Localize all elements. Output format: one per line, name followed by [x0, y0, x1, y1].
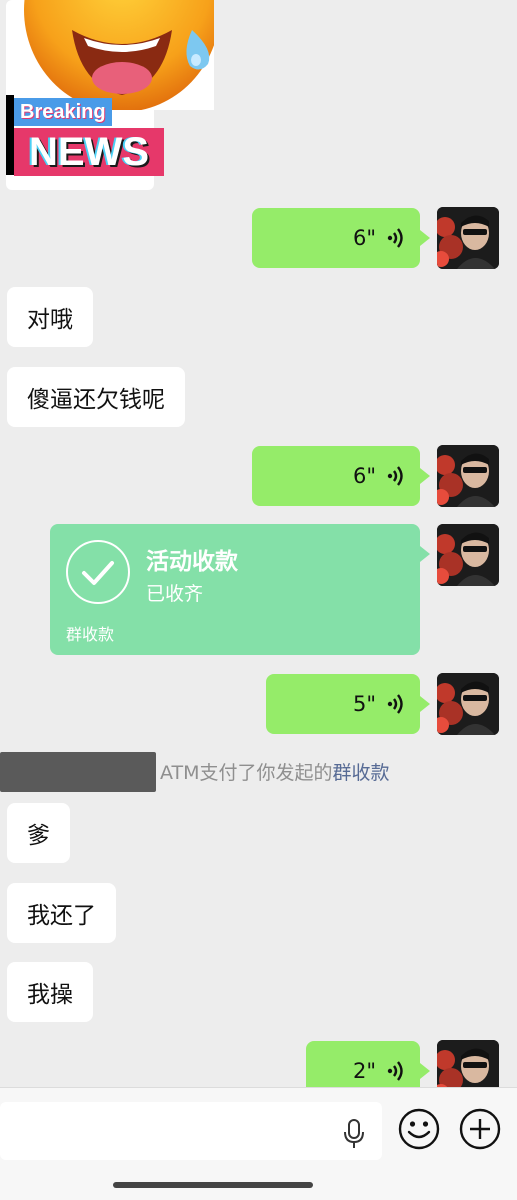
sticker-breaking-text: Breaking: [14, 98, 112, 126]
text-message-bubble[interactable]: 对哦: [7, 287, 93, 347]
text-message-bubble[interactable]: 傻逼还欠钱呢: [7, 367, 185, 427]
message-text: 爹: [27, 823, 50, 849]
message-text: 我还了: [27, 903, 96, 929]
voice-duration: 2": [352, 1059, 376, 1083]
voice-wave-icon: [387, 466, 403, 486]
voice-wave-icon: [387, 1061, 403, 1081]
laughing-face-emoji-image: [14, 0, 214, 110]
avatar-self[interactable]: [437, 524, 499, 586]
system-notice-text: ATM支付了你发起的: [160, 762, 333, 784]
payment-status: 已收齐: [146, 583, 204, 605]
bubble-tail: [420, 696, 430, 712]
message-input[interactable]: [0, 1102, 382, 1160]
message-text: 对哦: [27, 307, 73, 333]
avatar-self[interactable]: [437, 207, 499, 269]
payment-footer: 群收款: [66, 625, 115, 644]
sticker-message[interactable]: Breaking NEWS: [6, 0, 214, 190]
emoji-icon[interactable]: [398, 1108, 440, 1150]
voice-wave-icon: [387, 228, 403, 248]
avatar-self[interactable]: [437, 445, 499, 507]
text-message-bubble[interactable]: 爹: [7, 803, 70, 863]
sticker-news-text: NEWS: [14, 128, 164, 176]
voice-message-bubble[interactable]: 6": [252, 446, 420, 506]
bubble-tail: [420, 546, 430, 562]
payment-title: 活动收款: [146, 549, 238, 575]
group-payment-link[interactable]: 群收款: [333, 762, 390, 784]
plus-circle-icon[interactable]: [459, 1108, 501, 1150]
redacted-name: [0, 752, 156, 792]
sticker-edge-bar: [6, 95, 14, 175]
bubble-tail: [420, 230, 430, 246]
chat-input-bar: [0, 1087, 517, 1200]
bubble-tail: [420, 468, 430, 484]
voice-duration: 6": [352, 226, 376, 250]
check-circle-icon: [66, 540, 130, 604]
voice-message-bubble[interactable]: 5": [266, 674, 420, 734]
text-message-bubble[interactable]: 我还了: [7, 883, 116, 943]
microphone-icon[interactable]: [342, 1118, 366, 1150]
voice-duration: 6": [352, 464, 376, 488]
avatar-self[interactable]: [437, 673, 499, 735]
system-notice: ATM支付了你发起的群收款: [160, 758, 390, 785]
voice-wave-icon: [387, 694, 403, 714]
text-message-bubble[interactable]: 我操: [7, 962, 93, 1022]
message-text: 我操: [27, 982, 73, 1008]
home-indicator: [113, 1182, 313, 1188]
bubble-tail: [420, 1063, 430, 1079]
voice-message-bubble[interactable]: 6": [252, 208, 420, 268]
voice-duration: 5": [352, 692, 376, 716]
message-text: 傻逼还欠钱呢: [27, 387, 165, 413]
group-payment-card[interactable]: 活动收款 已收齐 群收款: [50, 524, 420, 655]
